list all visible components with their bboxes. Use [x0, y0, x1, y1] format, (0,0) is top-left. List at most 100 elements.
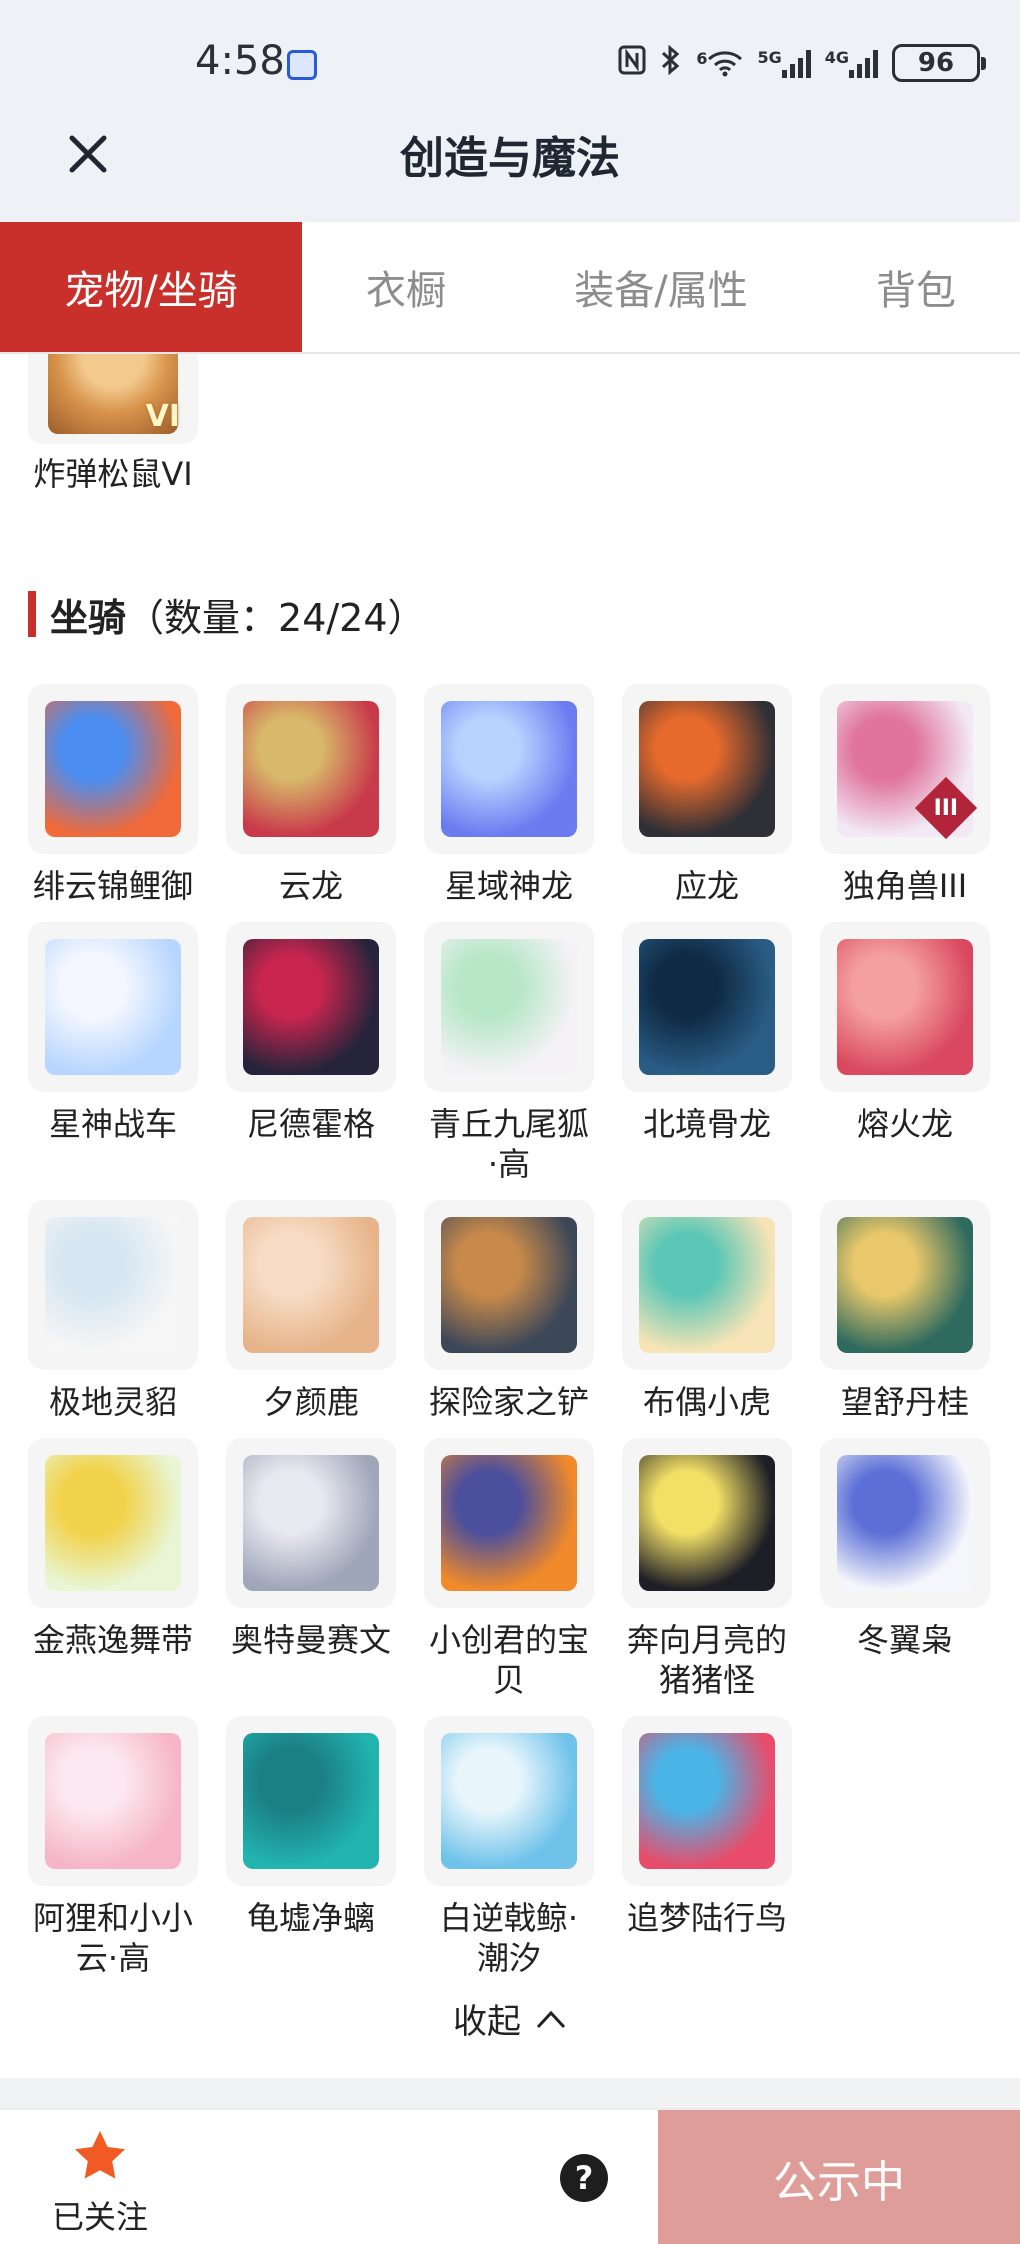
mounts-section-header: 坐骑 （数量：24/24） [28, 590, 426, 640]
mount-card[interactable]: 阿狸和小小云·高 [28, 1716, 198, 1978]
mount-name: 龟墟净螭 [246, 1899, 375, 1937]
mount-image [639, 1733, 775, 1869]
tab-equipment-attributes[interactable]: 装备/属性 [510, 222, 812, 352]
mount-name: 冬翼枭 [856, 1621, 953, 1659]
mount-card[interactable]: 冬翼枭 [820, 1438, 990, 1660]
mount-thumbnail [424, 1438, 594, 1608]
title-bar: 创造与魔法 [0, 110, 1020, 222]
mount-card[interactable]: 白逆戟鲸·潮汐 [424, 1716, 594, 1978]
mount-card[interactable]: 布偶小虎 [622, 1200, 792, 1422]
mount-card[interactable]: 小创君的宝贝 [424, 1438, 594, 1700]
mount-grid: 绯云锦鲤御 云龙 星域神龙 应龙 III 独角兽III 星神战车 尼德霍格 青丘九尾狐·高 北境骨… [28, 684, 992, 1984]
bluetooth-icon [660, 44, 682, 82]
mount-card[interactable]: 云龙 [226, 684, 396, 906]
signal-4g-icon: 4G [825, 48, 878, 78]
mount-name: 追梦陆行鸟 [626, 1899, 787, 1937]
star-icon [75, 2131, 125, 2179]
mount-card[interactable]: 熔火龙 [820, 922, 990, 1144]
mount-thumbnail [424, 1200, 594, 1370]
mount-name: 白逆戟鲸·潮汐 [439, 1899, 579, 1977]
mount-image [45, 1217, 181, 1353]
bottom-bar: 已关注 ? 公示中 [0, 2108, 1020, 2244]
mount-name: 夕颜鹿 [262, 1383, 359, 1421]
mount-thumbnail [226, 1716, 396, 1886]
page-title: 创造与魔法 [400, 133, 620, 184]
mount-card[interactable]: 奔向月亮的猪猪怪 [622, 1438, 792, 1700]
mount-thumbnail [622, 1438, 792, 1608]
mount-card[interactable]: 望舒丹桂 [820, 1200, 990, 1422]
mount-image [639, 701, 775, 837]
mount-thumbnail [622, 684, 792, 854]
chevron-up-icon [536, 2010, 566, 2028]
mount-card[interactable]: 极地灵貂 [28, 1200, 198, 1422]
wifi-icon: 6 [696, 49, 743, 77]
mount-thumbnail [226, 1200, 396, 1370]
pet-name: 炸弹松鼠VI [33, 455, 193, 493]
mount-name: 熔火龙 [856, 1105, 953, 1143]
battery-icon: 96 [892, 44, 986, 82]
follow-button[interactable]: 已关注 [48, 2128, 152, 2238]
mount-image [243, 1455, 379, 1591]
mount-image [243, 701, 379, 837]
mount-card[interactable]: 应龙 [622, 684, 792, 906]
mount-card[interactable]: 尼德霍格 [226, 922, 396, 1144]
tab-wardrobe[interactable]: 衣橱 [302, 222, 510, 352]
mount-thumbnail [622, 1200, 792, 1370]
mount-card[interactable]: 探险家之铲 [424, 1200, 594, 1422]
mount-thumbnail [820, 1200, 990, 1370]
mount-thumbnail [622, 1716, 792, 1886]
mount-thumbnail [424, 684, 594, 854]
tab-backpack[interactable]: 背包 [812, 222, 1020, 352]
mount-card[interactable]: 北境骨龙 [622, 922, 792, 1144]
mount-thumbnail [28, 1438, 198, 1608]
section-accent-bar [28, 591, 36, 637]
mount-name: 金燕逸舞带 [32, 1621, 193, 1659]
mount-thumbnail: III [820, 684, 990, 854]
mount-name: 青丘九尾狐·高 [428, 1105, 589, 1183]
mount-card[interactable]: 夕颜鹿 [226, 1200, 396, 1422]
mount-card[interactable]: 龟墟净螭 [226, 1716, 396, 1938]
mount-name: 北境骨龙 [642, 1105, 771, 1143]
status-icons: 6 5G 4G 96 [618, 44, 986, 82]
mount-card[interactable]: 追梦陆行鸟 [622, 1716, 792, 1938]
mount-image [243, 1733, 379, 1869]
mount-card[interactable]: 星域神龙 [424, 684, 594, 906]
status-time: 4:58 [195, 38, 285, 84]
pet-level-badge: VI [145, 399, 180, 434]
mount-name: 应龙 [674, 867, 739, 905]
mount-image [441, 1455, 577, 1591]
mount-name: 独角兽III [842, 867, 968, 905]
mount-name: 阿狸和小小云·高 [32, 1899, 193, 1977]
help-button[interactable]: ? [560, 2154, 608, 2202]
mount-thumbnail [28, 1200, 198, 1370]
mount-card[interactable]: 青丘九尾狐·高 [424, 922, 594, 1184]
section-count: （数量：24/24） [126, 595, 426, 640]
mount-thumbnail [226, 922, 396, 1092]
collapse-button[interactable]: 收起 [0, 1994, 1020, 2043]
pet-card[interactable]: VI 炸弹松鼠VI [28, 354, 198, 494]
mount-card[interactable]: III 独角兽III [820, 684, 990, 906]
tier-badge-label: III [933, 795, 959, 821]
mount-image [441, 939, 577, 1075]
mount-thumbnail [226, 1438, 396, 1608]
app-notification-icon [287, 50, 317, 80]
mount-image [639, 1217, 775, 1353]
collapse-label: 收起 [453, 2002, 521, 2042]
mount-image [441, 1217, 577, 1353]
mount-image [639, 1455, 775, 1591]
mount-card[interactable]: 金燕逸舞带 [28, 1438, 198, 1660]
tab-pets-mounts[interactable]: 宠物/坐骑 [0, 222, 302, 352]
mount-image [243, 939, 379, 1075]
mount-card[interactable]: 奥特曼赛文 [226, 1438, 396, 1660]
nfc-icon [618, 45, 646, 81]
mount-name: 小创君的宝贝 [428, 1621, 589, 1699]
publicity-button[interactable]: 公示中 [658, 2110, 1020, 2244]
mount-image [45, 701, 181, 837]
mount-name: 尼德霍格 [246, 1105, 375, 1143]
mount-image [441, 1733, 577, 1869]
mount-card[interactable]: 星神战车 [28, 922, 198, 1144]
mount-image [837, 1217, 973, 1353]
mount-card[interactable]: 绯云锦鲤御 [28, 684, 198, 906]
mount-thumbnail [424, 922, 594, 1092]
tab-bar: 宠物/坐骑 衣橱 装备/属性 背包 [0, 222, 1020, 354]
